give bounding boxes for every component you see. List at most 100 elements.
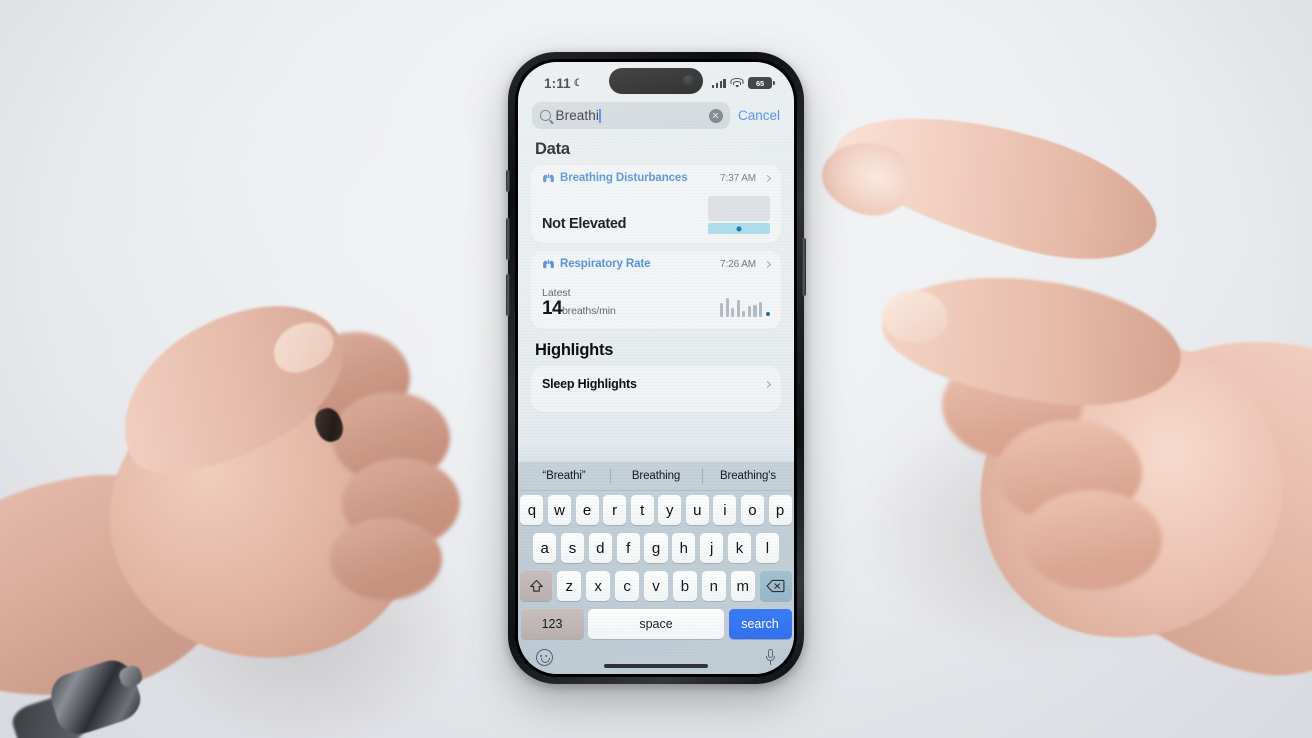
right-middle-fingernail	[879, 286, 951, 346]
card-timestamp: 7:37 AM	[720, 172, 756, 184]
lungs-icon	[543, 259, 554, 268]
key-e[interactable]: e	[575, 495, 599, 525]
power-button[interactable]	[802, 238, 806, 296]
right-palm	[954, 312, 1310, 668]
right-finger-3	[1022, 490, 1162, 590]
finger-ring	[310, 404, 348, 446]
key-w[interactable]: w	[548, 495, 572, 525]
numbers-key[interactable]: 123	[520, 609, 584, 639]
key-m[interactable]: m	[730, 571, 755, 601]
search-input[interactable]: Breathi	[532, 102, 730, 129]
respiratory-reading: Latest 14breaths/min	[542, 287, 616, 320]
key-q[interactable]: q	[520, 495, 544, 525]
space-key[interactable]: space	[588, 609, 724, 639]
keyboard-row-3: z x c v b n m	[518, 567, 794, 605]
crescent-moon-icon: ☾	[573, 77, 583, 89]
emoji-smiley-icon[interactable]	[536, 649, 553, 666]
card-breathing-disturbances[interactable]: Breathing Disturbances 7:37 AM Not Eleva…	[531, 165, 781, 243]
key-p[interactable]: p	[768, 495, 792, 525]
search-key[interactable]: search	[728, 609, 792, 639]
key-i[interactable]: i	[713, 495, 737, 525]
key-h[interactable]: h	[672, 533, 696, 563]
suggestion-0[interactable]: “Breathi”	[518, 470, 610, 482]
shift-glyph	[530, 579, 543, 592]
section-title-highlights: Highlights	[535, 341, 614, 359]
chevron-right-icon	[763, 380, 772, 388]
range-chart-box	[708, 196, 770, 221]
respiratory-mini-chart	[719, 298, 770, 320]
right-index-fingertip	[813, 130, 921, 226]
range-chart-marker	[736, 226, 742, 231]
key-u[interactable]: u	[685, 495, 709, 525]
key-f[interactable]: f	[616, 533, 640, 563]
key-o[interactable]: o	[740, 495, 764, 525]
key-y[interactable]: y	[658, 495, 682, 525]
phone-bezel: 1:11 ☾ 65 Breathi Cancel Data Breathing …	[515, 59, 797, 677]
key-l[interactable]: l	[755, 533, 779, 563]
key-k[interactable]: k	[727, 533, 752, 563]
iphone-device: 1:11 ☾ 65 Breathi Cancel Data Breathing …	[506, 52, 806, 684]
wifi-icon	[730, 77, 744, 89]
home-indicator[interactable]	[604, 664, 708, 668]
respiratory-number: 14	[542, 298, 563, 319]
card-title: Respiratory Rate	[560, 258, 651, 270]
right-finger-2	[997, 420, 1142, 524]
key-r[interactable]: r	[603, 495, 627, 525]
key-a[interactable]: a	[533, 533, 557, 563]
breathing-status-value: Not Elevated	[542, 216, 627, 232]
key-n[interactable]: n	[701, 571, 727, 601]
suggestion-2[interactable]: Breathing's	[702, 470, 794, 482]
silent-switch[interactable]	[506, 170, 510, 192]
chevron-right-icon	[763, 260, 772, 268]
microphone-icon[interactable]	[765, 649, 776, 666]
card-respiratory-rate[interactable]: Respiratory Rate 7:26 AM Latest 14breath…	[531, 251, 781, 329]
dynamic-island[interactable]	[609, 68, 703, 94]
volume-up-button[interactable]	[506, 218, 510, 260]
status-indicators: 65	[711, 77, 775, 89]
breathing-range-chart	[708, 196, 770, 234]
backspace-icon[interactable]	[759, 571, 792, 601]
respiratory-unit: breaths/min	[561, 305, 616, 317]
sleep-highlights-label: Sleep Highlights	[542, 377, 637, 391]
volume-down-button[interactable]	[506, 274, 510, 316]
clear-circle-icon[interactable]	[708, 108, 723, 123]
key-s[interactable]: s	[560, 533, 585, 563]
keyboard-row-1: q w e r t y u i o p	[518, 491, 794, 529]
key-z[interactable]: z	[557, 571, 582, 601]
left-hand-shadow	[140, 550, 470, 738]
range-chart-bar	[708, 223, 770, 234]
key-c[interactable]: c	[614, 571, 640, 601]
card-sleep-highlights[interactable]: Sleep Highlights	[531, 366, 781, 412]
right-index-finger	[822, 84, 1172, 284]
key-g[interactable]: g	[644, 533, 668, 563]
list-item[interactable]: Sleep Highlights	[542, 375, 772, 403]
search-row: Breathi Cancel	[518, 98, 794, 137]
left-thumbnail	[265, 312, 341, 382]
search-results: Data Breathing Disturbances 7:37 AM Not …	[518, 140, 794, 412]
backspace-glyph	[766, 579, 785, 593]
key-j[interactable]: j	[700, 533, 724, 563]
cellular-bars-icon	[711, 78, 726, 88]
status-time-label: 1:11	[544, 75, 571, 91]
key-t[interactable]: t	[630, 495, 654, 525]
respiratory-chart-marker	[765, 311, 770, 316]
card-header: Breathing Disturbances 7:37 AM	[542, 172, 772, 184]
key-d[interactable]: d	[588, 533, 612, 563]
key-v[interactable]: v	[643, 571, 669, 601]
key-b[interactable]: b	[672, 571, 698, 601]
software-keyboard: “Breathi” Breathing Breathing's q w e r …	[518, 462, 794, 674]
chevron-right-icon	[763, 174, 772, 182]
search-value: Breathi	[556, 108, 602, 123]
key-x[interactable]: x	[586, 571, 611, 601]
left-thumb	[92, 269, 368, 506]
text-caret	[599, 108, 602, 123]
left-palm	[79, 336, 451, 694]
cancel-button[interactable]: Cancel	[738, 108, 780, 123]
battery-level-label: 65	[756, 78, 764, 88]
suggestion-1[interactable]: Breathing	[610, 470, 702, 482]
wristwatch	[8, 640, 166, 738]
right-middle-finger	[875, 259, 1189, 421]
right-hand-shadow	[862, 420, 1222, 660]
shift-arrow-icon[interactable]	[520, 571, 553, 601]
card-header: Respiratory Rate 7:26 AM	[542, 258, 772, 270]
